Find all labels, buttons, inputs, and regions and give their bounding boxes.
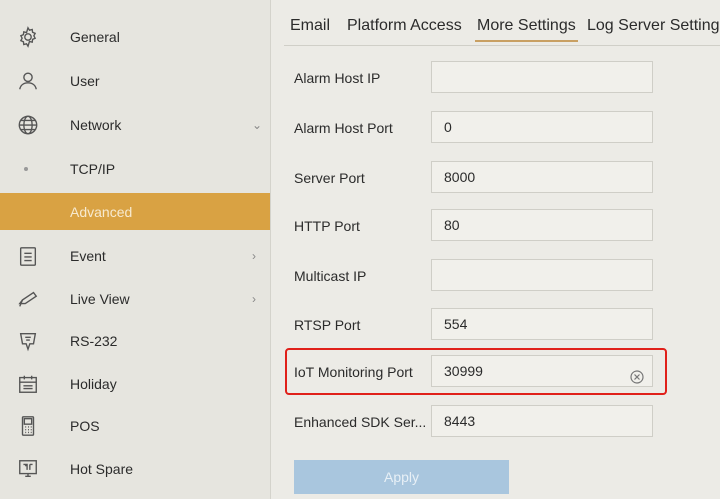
camera-icon [16, 287, 40, 311]
serial-port-icon [16, 329, 40, 353]
sidebar-item-label: RS-232 [70, 333, 118, 349]
http-port-field[interactable]: 80 [431, 209, 653, 241]
sidebar-item-label: Advanced [70, 203, 133, 220]
tab-log-server-settings[interactable]: Log Server Settings [587, 17, 720, 35]
chevron-down-icon: ⌄ [252, 118, 263, 132]
sidebar-item-general[interactable]: General [0, 17, 270, 57]
alarm-host-ip-field[interactable] [431, 61, 653, 93]
http-port-label: HTTP Port [294, 218, 360, 234]
alarm-host-port-field[interactable]: 0 [431, 111, 653, 143]
sidebar-item-label: Live View [70, 291, 130, 307]
sidebar-item-label: POS [70, 418, 100, 434]
chevron-right-icon: › [252, 292, 256, 306]
highlight-box [285, 348, 667, 395]
enhanced-sdk-label: Enhanced SDK Ser... [294, 414, 427, 430]
multicast-ip-field[interactable] [431, 259, 653, 291]
rtsp-port-field[interactable]: 554 [431, 308, 653, 340]
sidebar-item-live-view[interactable]: Live View › [0, 279, 270, 319]
apply-button[interactable]: Apply [294, 460, 509, 494]
sidebar-item-label: Hot Spare [70, 461, 134, 477]
sidebar-item-label: General [70, 29, 120, 45]
multicast-ip-label: Multicast IP [294, 268, 367, 284]
sidebar-item-label: Network [70, 117, 122, 133]
tab-divider [284, 45, 720, 46]
gear-icon [16, 25, 40, 49]
alarm-host-ip-label: Alarm Host IP [294, 70, 381, 86]
sidebar-item-advanced[interactable]: Advanced [0, 193, 270, 230]
sidebar-item-label: Holiday [70, 376, 117, 392]
dot-icon [24, 167, 28, 171]
sidebar-item-hot-spare[interactable]: Hot Spare [0, 449, 270, 489]
clipboard-icon [16, 244, 40, 268]
sidebar-item-pos[interactable]: POS [0, 406, 270, 446]
tab-platform-access[interactable]: Platform Access [347, 17, 462, 35]
sidebar-item-label: TCP/IP [70, 161, 116, 177]
server-port-field[interactable]: 8000 [431, 161, 653, 193]
alarm-host-port-label: Alarm Host Port [294, 120, 393, 136]
server-port-label: Server Port [294, 170, 365, 186]
sidebar-item-label: User [70, 73, 100, 89]
chevron-right-icon: › [252, 249, 256, 263]
globe-icon [16, 113, 40, 137]
sidebar-item-holiday[interactable]: Holiday [0, 364, 270, 404]
pos-terminal-icon [16, 414, 40, 438]
tab-email[interactable]: Email [290, 17, 330, 35]
sidebar: General User Network ⌄ TCP/IP Advanced E… [0, 0, 271, 499]
sidebar-item-tcpip[interactable]: TCP/IP [0, 149, 270, 189]
calendar-icon [16, 372, 40, 396]
sidebar-item-event[interactable]: Event › [0, 236, 270, 276]
sidebar-item-user[interactable]: User [0, 61, 270, 101]
tab-more-settings[interactable]: More Settings [475, 17, 578, 42]
hot-spare-icon [16, 457, 40, 481]
user-icon [16, 69, 40, 93]
enhanced-sdk-field[interactable]: 8443 [431, 405, 653, 437]
sidebar-item-label: Event [70, 248, 106, 264]
sidebar-item-network[interactable]: Network ⌄ [0, 105, 270, 145]
sidebar-item-rs232[interactable]: RS-232 [0, 321, 270, 361]
rtsp-port-label: RTSP Port [294, 317, 361, 333]
